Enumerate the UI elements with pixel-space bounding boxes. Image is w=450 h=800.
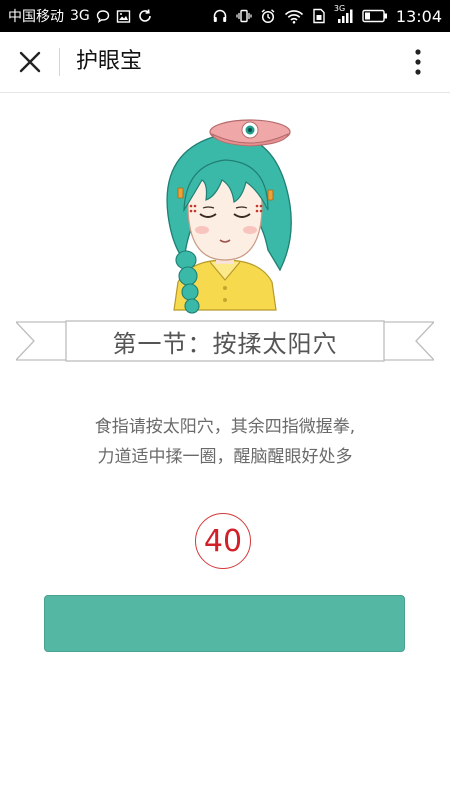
signal-icon: 3G: [334, 4, 354, 24]
app-title-bar: 护眼宝: [0, 32, 450, 93]
page-title: 护眼宝: [76, 49, 143, 74]
section-ribbon: 第一节：按揉太阳穴: [16, 320, 434, 362]
headphones-icon: [212, 8, 228, 24]
sync-icon: [137, 8, 153, 24]
vibrate-icon: [236, 8, 252, 24]
alarm-icon: [260, 8, 276, 24]
signal-network-label: 3G: [333, 4, 346, 13]
status-time: 13:04: [395, 6, 442, 26]
instruction-text: 食指请按太阳穴，其余四指微握拳, 力道适中揉一圈，醒脑醒眼好处多: [40, 412, 410, 472]
wifi-icon: [284, 9, 304, 24]
chat-bubble-icon: [96, 9, 110, 23]
action-button[interactable]: [44, 595, 405, 652]
more-options-button[interactable]: [400, 44, 436, 80]
title-divider: [59, 48, 60, 76]
countdown-counter: 40: [195, 513, 251, 569]
instruction-line-1: 食指请按太阳穴，其余四指微握拳,: [94, 417, 356, 437]
close-button[interactable]: [12, 44, 48, 80]
instruction-line-2: 力道适中揉一圈，醒脑醒眼好处多: [97, 447, 353, 467]
status-bar: 中国移动 3G 3G 13:04: [0, 0, 450, 32]
network-type-label: 3G: [70, 8, 90, 24]
carrier-label: 中国移动: [8, 9, 64, 25]
close-icon: [19, 51, 41, 73]
section-title: 第一节：按揉太阳穴: [112, 329, 338, 358]
more-vertical-icon: [415, 49, 421, 75]
character-illustration: [150, 110, 300, 320]
sim-icon: [312, 8, 326, 24]
battery-icon: [362, 9, 388, 23]
image-icon: [116, 9, 131, 24]
